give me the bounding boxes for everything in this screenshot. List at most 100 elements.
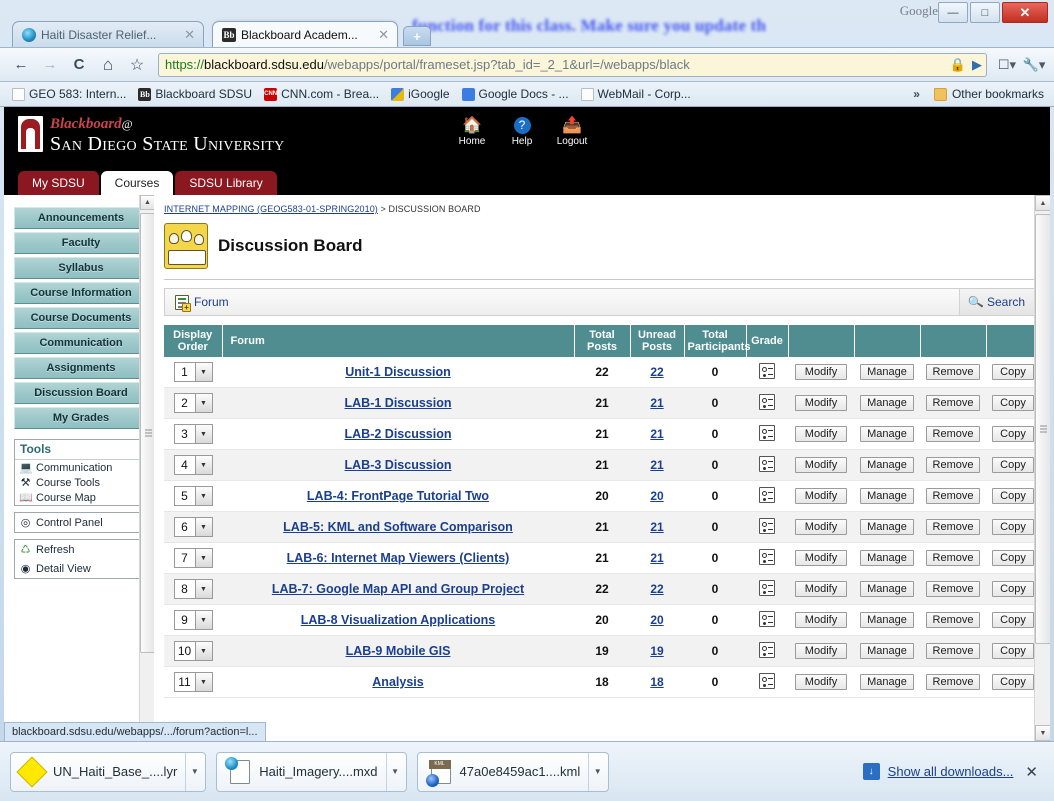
forum-link[interactable]: LAB-3 Discussion [345,458,452,472]
display-order-select[interactable]: 1 ▼ [173,362,213,382]
sidebar-item-course-documents[interactable]: Course Documents [14,307,148,329]
grade-icon[interactable] [759,641,775,658]
copy-button[interactable]: Copy [992,674,1034,690]
manage-button[interactable]: Manage [860,643,914,659]
display-order-select[interactable]: 6 ▼ [173,517,213,537]
bookmark-star-icon[interactable]: ☆ [124,52,150,78]
sidebar-item-announcements[interactable]: Announcements [14,207,148,229]
scrollbar-thumb[interactable] [140,213,154,653]
tab-my-sdsu[interactable]: My SDSU [18,171,99,195]
close-icon[interactable]: ✕ [1021,763,1038,781]
unread-posts-link[interactable]: 18 [650,675,663,689]
grade-icon[interactable] [759,672,775,689]
chevron-down-icon[interactable]: ▼ [385,752,404,791]
chevron-down-icon[interactable]: ▼ [194,673,212,691]
tab-sdsu-library[interactable]: SDSU Library [175,171,277,195]
display-order-select[interactable]: 7 ▼ [173,548,213,568]
remove-button[interactable]: Remove [925,488,981,504]
grade-icon[interactable] [759,579,775,596]
sidebar-item-syllabus[interactable]: Syllabus [14,257,148,279]
sidebar-item-course-information[interactable]: Course Information [14,282,148,304]
search-button[interactable]: 🔍 Search [959,289,1035,315]
manage-button[interactable]: Manage [860,457,914,473]
download-item-lyr[interactable]: UN_Haiti_Base_....lyr ▼ [10,751,207,792]
display-order-select[interactable]: 4 ▼ [173,455,213,475]
modify-button[interactable]: Modify [795,395,847,411]
sidebar-item-my-grades[interactable]: My Grades [14,407,148,429]
chevron-down-icon[interactable]: ▼ [194,487,212,505]
unread-posts-link[interactable]: 21 [650,551,663,565]
scroll-up-arrow-icon[interactable]: ▲ [140,195,154,210]
forum-link[interactable]: LAB-2 Discussion [345,427,452,441]
forum-link[interactable]: Analysis [372,675,423,689]
forum-link[interactable]: LAB-9 Mobile GIS [346,644,451,658]
display-order-select[interactable]: 2 ▼ [173,393,213,413]
breadcrumb-course-link[interactable]: INTERNET MAPPING (GEOG583-01-SPRING2010) [164,204,378,214]
add-forum-button[interactable]: + Forum [165,294,229,312]
manage-button[interactable]: Manage [860,364,914,380]
remove-button[interactable]: Remove [925,364,981,380]
forum-link[interactable]: LAB-7: Google Map API and Group Project [272,582,524,596]
display-order-select[interactable]: 9 ▼ [173,610,213,630]
sidebar-item-faculty[interactable]: Faculty [14,232,148,254]
back-icon[interactable]: ← [8,52,34,78]
download-item-kml[interactable]: 47a0e8459ac1....kml ▼ [416,751,610,792]
remove-button[interactable]: Remove [925,612,981,628]
chevron-down-icon[interactable]: ▼ [194,394,212,412]
blackboard-logo[interactable]: Blackboard@ San Diego State University [18,116,285,154]
modify-button[interactable]: Modify [795,426,847,442]
modify-button[interactable]: Modify [795,612,847,628]
tab-courses[interactable]: Courses [100,171,174,195]
unread-posts-link[interactable]: 21 [650,396,663,410]
grade-icon[interactable] [759,517,775,534]
display-order-select[interactable]: 8 ▼ [173,579,213,599]
sidebar-item-discussion-board[interactable]: Discussion Board [14,382,148,404]
chevron-down-icon[interactable]: ▼ [194,425,212,443]
chevron-down-icon[interactable]: ▼ [194,518,212,536]
grade-icon[interactable] [759,548,775,565]
modify-button[interactable]: Modify [795,457,847,473]
manage-button[interactable]: Manage [860,488,914,504]
remove-button[interactable]: Remove [925,674,981,690]
scrollbar-thumb[interactable] [1035,214,1050,644]
remove-button[interactable]: Remove [925,581,981,597]
chevron-down-icon[interactable]: ▼ [194,456,212,474]
modify-button[interactable]: Modify [795,674,847,690]
bookmark-cnn[interactable]: CNN CNN.com - Brea... [258,85,385,103]
download-item-mxd[interactable]: Haiti_Imagery....mxd ▼ [216,751,407,792]
unread-posts-link[interactable]: 19 [650,644,663,658]
wrench-icon[interactable]: 🔧▾ [1022,53,1046,77]
manage-button[interactable]: Manage [860,550,914,566]
modify-button[interactable]: Modify [795,643,847,659]
copy-button[interactable]: Copy [992,488,1034,504]
display-order-select[interactable]: 10 ▼ [173,641,213,661]
unread-posts-link[interactable]: 21 [650,427,663,441]
grade-icon[interactable] [759,424,775,441]
manage-button[interactable]: Manage [860,395,914,411]
control-panel-link[interactable]: ◎ Control Panel [15,513,147,532]
detail-view-link[interactable]: ◉ Detail View [15,559,147,578]
forum-link[interactable]: LAB-1 Discussion [345,396,452,410]
remove-button[interactable]: Remove [925,550,981,566]
other-bookmarks-folder[interactable]: Other bookmarks [928,85,1048,103]
bookmarks-overflow-button[interactable]: » [905,87,928,101]
unread-posts-link[interactable]: 21 [650,520,663,534]
forum-link[interactable]: LAB-6: Internet Map Viewers (Clients) [287,551,510,565]
main-content-scrollbar[interactable]: ▲ ▼ [1034,195,1050,741]
scroll-up-arrow-icon[interactable]: ▲ [1035,195,1050,211]
unread-posts-link[interactable]: 20 [650,489,663,503]
chevron-down-icon[interactable]: ▼ [194,549,212,567]
forum-link[interactable]: LAB-8 Visualization Applications [301,613,495,627]
grade-icon[interactable] [759,393,775,410]
copy-button[interactable]: Copy [992,457,1034,473]
forum-link[interactable]: LAB-5: KML and Software Comparison [283,520,513,534]
modify-button[interactable]: Modify [795,488,847,504]
forum-link[interactable]: Unit-1 Discussion [345,365,451,379]
modify-button[interactable]: Modify [795,364,847,380]
bookmark-blackboard-sdsu[interactable]: Bb Blackboard SDSU [132,85,258,103]
chevron-down-icon[interactable]: ▼ [194,363,212,381]
go-icon[interactable]: ▶ [972,57,982,73]
close-icon[interactable]: ✕ [184,28,195,41]
copy-button[interactable]: Copy [992,395,1034,411]
remove-button[interactable]: Remove [925,643,981,659]
